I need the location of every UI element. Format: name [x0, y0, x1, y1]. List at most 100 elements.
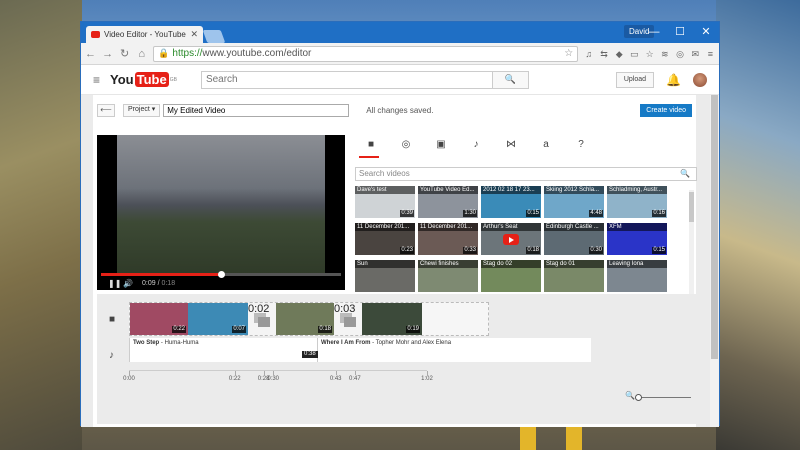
sync-extension-icon[interactable]: ⇆: [599, 49, 608, 59]
bookmark-star-icon[interactable]: ☆: [564, 48, 573, 59]
page-scroll-thumb[interactable]: [711, 95, 718, 359]
library-video-thumb[interactable]: 11 December 201... 0:33: [418, 223, 478, 255]
help-tab-icon[interactable]: ?: [569, 139, 593, 155]
timeline-video-clip[interactable]: 0:18: [276, 303, 334, 335]
page-scrollbar[interactable]: [710, 95, 719, 427]
videos-tab-icon[interactable]: ■: [359, 139, 383, 158]
library-video-thumb[interactable]: Schladming, Austr... 0:16: [607, 186, 667, 218]
audio-clip[interactable]: Where I Am From - Topher Mohr and Alex E…: [317, 338, 591, 362]
forward-icon[interactable]: →: [102, 48, 113, 60]
project-title-input[interactable]: [163, 103, 350, 117]
search-button[interactable]: 🔍: [492, 70, 529, 89]
screenshot-extension-icon[interactable]: ▭: [630, 49, 639, 59]
zoom-track: [639, 397, 691, 398]
back-button[interactable]: ⟵: [97, 103, 115, 117]
back-icon[interactable]: ←: [85, 48, 96, 60]
audio-track[interactable]: Where I Am From - Topher Mohr and Alex E…: [129, 338, 591, 362]
play-icon[interactable]: [503, 234, 519, 245]
library-scrollbar[interactable]: [689, 190, 694, 295]
video-track[interactable]: 0:22 0:07 0:02 0:18 0:03 0:19: [129, 302, 489, 336]
mail-extension-icon[interactable]: ✉: [691, 49, 700, 59]
headphones-extension-icon[interactable]: ♫: [584, 49, 593, 59]
library-search-input[interactable]: Search videos 🔍: [355, 167, 697, 181]
audio-tab-icon[interactable]: ♪: [464, 139, 488, 155]
notifications-bell-icon[interactable]: 🔔: [666, 73, 681, 87]
ruler-label: 0:43: [329, 376, 342, 382]
menu-icon[interactable]: ≡: [706, 49, 715, 59]
playback-progress-bar[interactable]: [101, 271, 341, 278]
star-extension-icon[interactable]: ☆: [645, 49, 654, 59]
volume-icon[interactable]: 🔊: [123, 279, 133, 288]
library-video-thumb[interactable]: Sun: [355, 260, 415, 292]
home-icon[interactable]: ⌂: [136, 48, 147, 60]
minimize-button[interactable]: —: [641, 22, 667, 43]
ruler-label: 0:22: [228, 376, 241, 382]
transition-clip[interactable]: 0:03: [334, 303, 362, 335]
preview-frame[interactable]: [117, 135, 325, 275]
timeline-video-clip[interactable]: 0:07: [188, 303, 248, 335]
create-video-button[interactable]: Create video: [640, 103, 692, 117]
timeline-video-clip[interactable]: 0:19: [362, 303, 422, 335]
timeline-video-clip[interactable]: 0:22: [130, 303, 188, 335]
library-video-thumb[interactable]: Leaving Iona: [607, 260, 667, 292]
audio-clip[interactable]: Two Step - Huma-Huma: [129, 338, 317, 362]
project-label: Project: [128, 106, 150, 113]
library-video-title: YouTube Video Ed...: [418, 186, 478, 194]
maximize-button[interactable]: ☐: [667, 22, 693, 43]
library-video-title: 11 December 201...: [355, 223, 415, 231]
upload-button[interactable]: Upload: [615, 71, 655, 88]
ruler-tick: [354, 371, 356, 375]
current-time: 0:09: [142, 280, 156, 287]
text-tab-icon[interactable]: a: [534, 139, 558, 155]
evernote-extension-icon[interactable]: ◆: [615, 49, 624, 59]
library-video-thumb[interactable]: Stag do 01: [544, 260, 604, 292]
library-video-thumb[interactable]: Skiing 2012 Schla... 4:48: [544, 186, 604, 218]
ruler-tick: [273, 371, 275, 375]
library-video-thumb[interactable]: YouTube Video Ed... 1:30: [418, 186, 478, 218]
library-video-duration: 4:48: [589, 210, 603, 217]
youtube-search-input[interactable]: [200, 70, 493, 89]
library-video-thumb[interactable]: 11 December 201... 0:23: [355, 223, 415, 255]
ruler-tick: [129, 371, 130, 375]
clip-duration: 0:02: [248, 303, 270, 315]
url-scheme: https://: [172, 48, 203, 59]
ruler-tick: [427, 371, 428, 375]
library-video-thumb[interactable]: 2012 02 18 17 23... 0:15: [481, 186, 541, 218]
new-tab-button[interactable]: [202, 30, 226, 43]
library-video-title: Skiing 2012 Schla...: [544, 186, 604, 194]
guide-menu-icon[interactable]: ≡: [93, 73, 100, 87]
window-titlebar[interactable]: Video Editor - YouTube ✕ David — ☐ ✕: [81, 22, 719, 43]
library-video-thumb[interactable]: Arthur's Seat 0:18: [481, 223, 541, 255]
circle-extension-icon[interactable]: ◎: [675, 49, 684, 59]
pause-icon[interactable]: ❚❚: [108, 279, 121, 288]
transitions-tab-icon[interactable]: ⋈: [499, 139, 523, 155]
library-video-duration: 1:30: [463, 210, 477, 217]
close-window-button[interactable]: ✕: [693, 22, 719, 43]
video-preview-player[interactable]: ❚❚ 🔊 0:09 / 0:18: [97, 135, 345, 290]
library-video-thumb[interactable]: Stag do 02: [481, 260, 541, 292]
project-menu-button[interactable]: Project ▾: [123, 103, 161, 117]
photos-tab-icon[interactable]: ▣: [429, 139, 453, 155]
transition-clip[interactable]: 0:02: [248, 303, 276, 335]
library-video-thumb[interactable]: Chewi finishes: [418, 260, 478, 292]
ruler-label: 0:00: [123, 376, 135, 382]
library-scroll-thumb[interactable]: [689, 192, 694, 222]
zoom-handle[interactable]: [635, 394, 642, 401]
address-bar[interactable]: 🔒 https:// www.youtube.com/editor ☆: [153, 45, 579, 62]
library-video-thumb[interactable]: XFM 0:15: [607, 223, 667, 255]
youtube-logo[interactable]: You Tube GB: [110, 72, 177, 87]
timeline-zoom-slider[interactable]: 🔍: [625, 391, 693, 402]
library-video-thumb[interactable]: Edinburgh Castle ... 0:30: [544, 223, 604, 255]
scrubber-handle[interactable]: [218, 271, 225, 278]
close-tab-icon[interactable]: ✕: [190, 29, 198, 40]
video-editor: ⟵ Project ▾ All changes saved. Create vi…: [93, 95, 697, 427]
library-video-thumb[interactable]: Dave's test 0:39: [355, 186, 415, 218]
reload-icon[interactable]: ↻: [119, 47, 130, 60]
audio-artist: - Topher Mohr and Alex Elena: [370, 340, 452, 346]
clip-duration: 0:19: [406, 326, 420, 333]
layers-extension-icon[interactable]: ≋: [660, 49, 669, 59]
browser-tab[interactable]: Video Editor - YouTube ✕: [86, 26, 203, 43]
library-video-duration: 0:18: [526, 247, 540, 254]
avatar[interactable]: [693, 72, 707, 87]
creative-commons-tab-icon[interactable]: ◎: [394, 139, 418, 155]
